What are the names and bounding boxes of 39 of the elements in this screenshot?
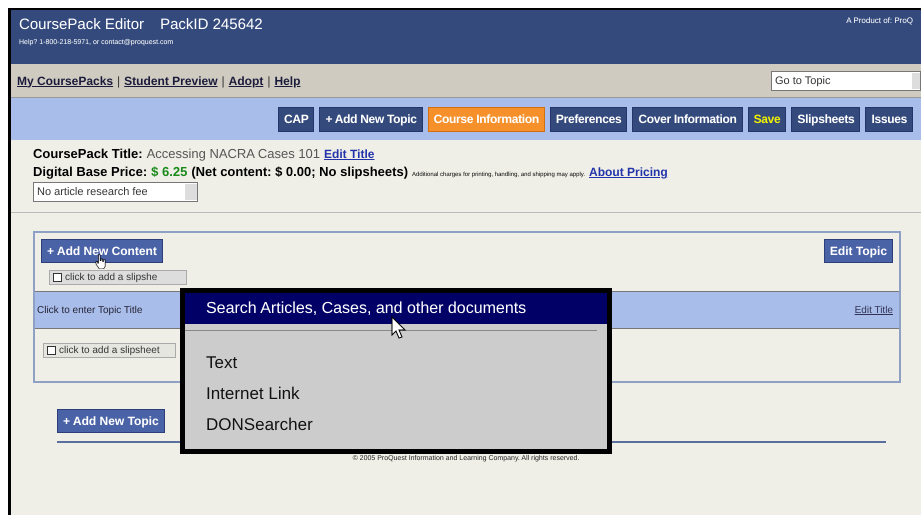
menu-item[interactable]: Search Articles, Cases, and other documents [185, 293, 607, 324]
add-topic-button[interactable]: + Add New Topic [57, 409, 165, 433]
toolbar-button[interactable]: + Add New Topic [319, 106, 423, 132]
price-label: Digital Base Price: [33, 164, 148, 179]
net-content-text: (Net content: $ 0.00; No slipsheets) [191, 164, 408, 179]
pointer-cursor-icon [391, 316, 407, 340]
nav-link[interactable]: Student Preview [124, 74, 218, 88]
edit-title-link[interactable]: Edit Title [854, 304, 893, 316]
toolbar-button[interactable]: Slipsheets [791, 106, 860, 132]
app-title: CoursePack Editor [19, 16, 144, 33]
separator-text: | [117, 74, 120, 88]
title-label: CoursePack Title: [33, 146, 143, 161]
toolbar-button[interactable]: Cover Information [632, 106, 743, 132]
nav-link[interactable]: My CoursePacks [17, 74, 114, 88]
about-pricing-link[interactable]: About Pricing [589, 165, 668, 179]
nav-link[interactable]: Adopt [228, 74, 264, 88]
product-text: A Product of: ProQ [846, 16, 913, 27]
toolbar-button[interactable]: Issues [865, 106, 913, 132]
hand-cursor-icon [95, 254, 107, 269]
menu-item[interactable]: Text [185, 347, 607, 378]
goto-topic-select[interactable]: Go to Topic [771, 70, 921, 90]
topic-title-placeholder[interactable]: Click to enter Topic Title [37, 304, 142, 316]
separator-text: | [267, 74, 270, 88]
slipsheet-hint[interactable]: click to add a slipshe [49, 270, 187, 285]
nav-link[interactable]: Help [274, 74, 300, 88]
toolbar-button[interactable]: Save [748, 106, 786, 132]
edit-topic-button[interactable]: Edit Topic [824, 239, 893, 263]
slipsheet-field[interactable]: click to add a slipsheet [43, 343, 176, 358]
toolbar-button[interactable]: CAP [278, 106, 314, 132]
menu-item[interactable]: Internet Link [185, 378, 607, 409]
menu-item[interactable]: DONSearcher [185, 409, 607, 440]
price-value: $ 6.25 [151, 164, 188, 179]
separator-text: | [222, 74, 225, 88]
fee-select[interactable]: No article research fee [33, 182, 198, 202]
edit-title-link[interactable]: Edit Title [324, 147, 374, 161]
add-content-button[interactable]: + Add New Content [41, 239, 163, 263]
toolbar-button[interactable]: Preferences [550, 106, 628, 132]
pack-id: PackID 245642 [160, 16, 263, 33]
title-value: Accessing NACRA Cases 101 [146, 146, 320, 161]
